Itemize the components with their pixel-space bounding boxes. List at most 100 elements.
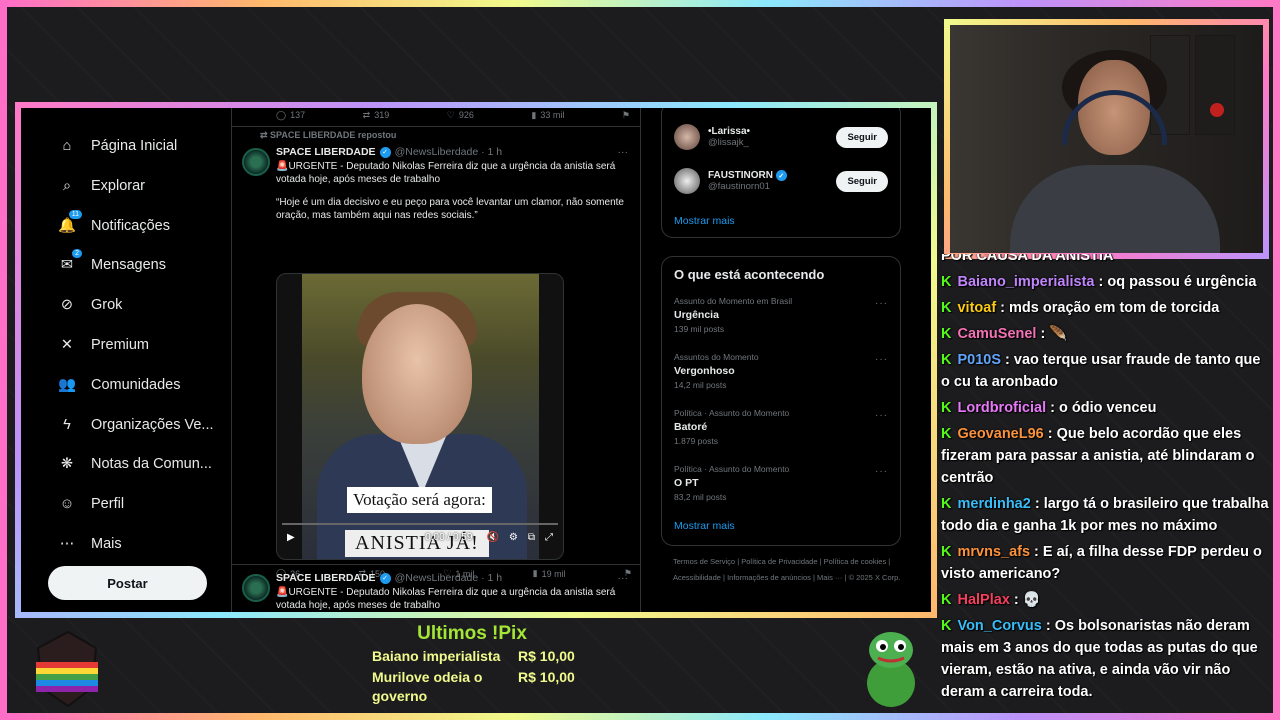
chat-username[interactable]: Lordbroficial	[957, 400, 1046, 416]
views-button[interactable]: ▮ 33 mil	[531, 110, 564, 121]
show-more-link[interactable]: Mostrar mais	[662, 514, 900, 532]
nav-item[interactable]: ☺ Perfil	[57, 494, 124, 514]
settings-icon[interactable]: ⚙	[509, 532, 518, 543]
reply-button[interactable]: ◯ 137	[276, 110, 305, 121]
chat-username[interactable]: vitoaf	[957, 300, 996, 316]
tweet-handle[interactable]: @NewsLiberdade · 1 h	[395, 146, 503, 158]
chat-message: K HalPlax : 💀	[941, 589, 1271, 611]
chat-username[interactable]: CamuSenel	[957, 326, 1036, 342]
chat-header: POR CAUSA DA ANISTIA	[941, 254, 1114, 264]
chat-message: K CamuSenel : 🪶	[941, 323, 1271, 345]
trend-count: 83,2 mil posts	[674, 492, 727, 502]
pip-icon[interactable]: ⧉	[528, 532, 535, 543]
nav-item-label: Mensagens	[91, 257, 166, 274]
follow-name[interactable]: •Larissa•	[708, 126, 750, 137]
nav-item[interactable]: ⌂ Página Inicial	[57, 136, 178, 156]
follow-suggestion[interactable]: •Larissa• @lissajk_ Seguir	[662, 115, 900, 159]
tweet-author-name[interactable]: SPACE LIBERDADE	[276, 146, 376, 158]
video-progress[interactable]	[282, 523, 558, 525]
chat-username[interactable]: P010S	[957, 352, 1001, 368]
nav-item[interactable]: ⊘ Grok	[57, 295, 123, 315]
nav-item[interactable]: ϟ Organizações Ve...	[57, 415, 213, 435]
timeline: ◯ 137 ⇄ 319 ♡ 926 ▮ 33 mil ⚑ ⇄ SPACE LIBERDA…	[231, 108, 641, 612]
trend-title: Batoré	[674, 421, 708, 433]
kick-badge-icon: K	[941, 496, 952, 512]
nav-item[interactable]: ✉ 2 Mensagens	[57, 249, 166, 275]
chat-username[interactable]: GeovaneL96	[957, 426, 1043, 442]
nav-item-label: Notificações	[91, 217, 170, 234]
play-icon[interactable]: ▶	[287, 532, 295, 543]
like-button[interactable]: ♡ 926	[447, 110, 474, 121]
verified-icon: ✓	[379, 146, 391, 158]
avatar[interactable]	[242, 148, 270, 176]
nav-item[interactable]: ✕ Premium	[57, 335, 149, 355]
avatar[interactable]	[674, 168, 700, 194]
kick-badge-icon: K	[941, 352, 952, 368]
chat-username[interactable]: HalPlax	[957, 592, 1009, 608]
mail-icon: ✉ 2	[57, 249, 82, 275]
follow-suggestion[interactable]: FAUSTINORN ✓ @faustinorn01 Seguir	[662, 159, 900, 203]
avatar[interactable]	[242, 574, 270, 602]
nav-item[interactable]: 👥 Comunidades	[57, 375, 181, 395]
kick-badge-icon: K	[941, 326, 952, 342]
pix-title: Ultimos !Pix	[417, 623, 527, 644]
chat-text: : 🪶	[1036, 326, 1068, 342]
footer-link[interactable]: Política de cookies	[824, 557, 887, 566]
chat-text: : o ódio venceu	[1046, 400, 1157, 416]
follow-button[interactable]: Seguir	[836, 126, 888, 148]
nav-item[interactable]: ⌕ Explorar	[57, 176, 145, 196]
chat-username[interactable]: merdinha2	[957, 496, 1030, 512]
trend-item[interactable]: Política · Assunto do Momento O PT 83,2 mi…	[662, 458, 900, 514]
stream-chat: POR CAUSA DA ANISTIA K Baiano_imperialist…	[941, 254, 1271, 720]
trend-item[interactable]: Assunto do Momento em Brasil Urgência 139 …	[662, 290, 900, 346]
nav-item-label: Grok	[91, 297, 123, 314]
chat-username[interactable]: mrvns_afs	[957, 544, 1030, 560]
kick-badge-icon: K	[941, 544, 952, 560]
person-icon: ☺	[59, 496, 75, 513]
video-player[interactable]: Votação será agora: ANISTIA JÁ! ▶ 0:00 /…	[276, 273, 564, 560]
footer-link[interactable]: Informações de anúncios	[727, 573, 811, 582]
chat-message: K P010S : vao terque usar fraude de tanto…	[941, 349, 1271, 393]
tweet[interactable]: ⇄ SPACE LIBERDADE repostou SPACE LIBERDA…	[232, 130, 640, 579]
avatar[interactable]	[674, 124, 700, 150]
footer-link[interactable]: Política de Privacidade	[741, 557, 817, 566]
follow-name[interactable]: FAUSTINORN ✓	[708, 170, 787, 182]
who-to-follow-card: •Larissa• @lissajk_ Seguir FAUSTINORN ✓ …	[661, 108, 901, 238]
trend-count: 14,2 mil posts	[674, 380, 727, 390]
footer-separator: |	[886, 557, 891, 566]
nav-item[interactable]: ⋯ Mais	[57, 534, 122, 554]
stream-overlay: ⌂ Página Inicial ⌕ Explorar 🔔 11 Notificações ✉…	[0, 0, 1280, 720]
trend-item[interactable]: Política · Assunto do Momento Batoré 1.879…	[662, 402, 900, 458]
post-button[interactable]: Postar	[48, 566, 207, 600]
tweet-author-name[interactable]: SPACE LIBERDADE	[276, 572, 376, 584]
trend-category: Assunto do Momento em Brasil	[674, 296, 793, 306]
video-frame	[302, 274, 539, 559]
trend-item[interactable]: Assuntos do Momento Vergonhoso 14,2 mil po…	[662, 346, 900, 402]
chat-username[interactable]: Von_Corvus	[957, 618, 1041, 634]
nav-item[interactable]: ❋ Notas da Comun...	[57, 454, 212, 474]
footer-link[interactable]: © 2025 X Corp.	[849, 573, 901, 582]
chat-username[interactable]: Baiano_imperialista	[957, 274, 1094, 290]
chat-message: K Lordbroficial : o ódio venceu	[941, 397, 1271, 419]
trend-title: Vergonhoso	[674, 365, 735, 377]
bookmark-icon[interactable]: ⚑	[622, 110, 630, 121]
more-icon[interactable]: ···	[618, 146, 629, 158]
tweet-handle[interactable]: @NewsLiberdade · 1 h	[395, 572, 503, 584]
fullscreen-icon[interactable]: ⤢	[545, 532, 553, 543]
chat-text: : oq passou é urgência	[1094, 274, 1257, 290]
repost-label: ⇄ SPACE LIBERDADE repostou	[260, 130, 397, 140]
nav-item[interactable]: 🔔 11 Notificações	[57, 209, 170, 236]
footer-link[interactable]: Termos de Serviço	[673, 557, 735, 566]
show-more-link[interactable]: Mostrar mais	[662, 203, 900, 227]
more-icon[interactable]: ···	[618, 572, 629, 584]
right-column: •Larissa• @lissajk_ Seguir FAUSTINORN ✓ …	[641, 108, 931, 612]
more-icon[interactable]: ···	[875, 298, 888, 309]
more-icon[interactable]: ···	[875, 410, 888, 421]
repost-button[interactable]: ⇄ 319	[363, 110, 390, 121]
more-icon[interactable]: ···	[875, 354, 888, 365]
follow-button[interactable]: Seguir	[836, 170, 888, 192]
more-icon[interactable]: ···	[875, 466, 888, 477]
footer-link[interactable]: Acessibilidade	[673, 573, 721, 582]
volume-icon[interactable]: 🔇	[486, 532, 498, 543]
footer-link[interactable]: Mais ···	[817, 573, 842, 582]
